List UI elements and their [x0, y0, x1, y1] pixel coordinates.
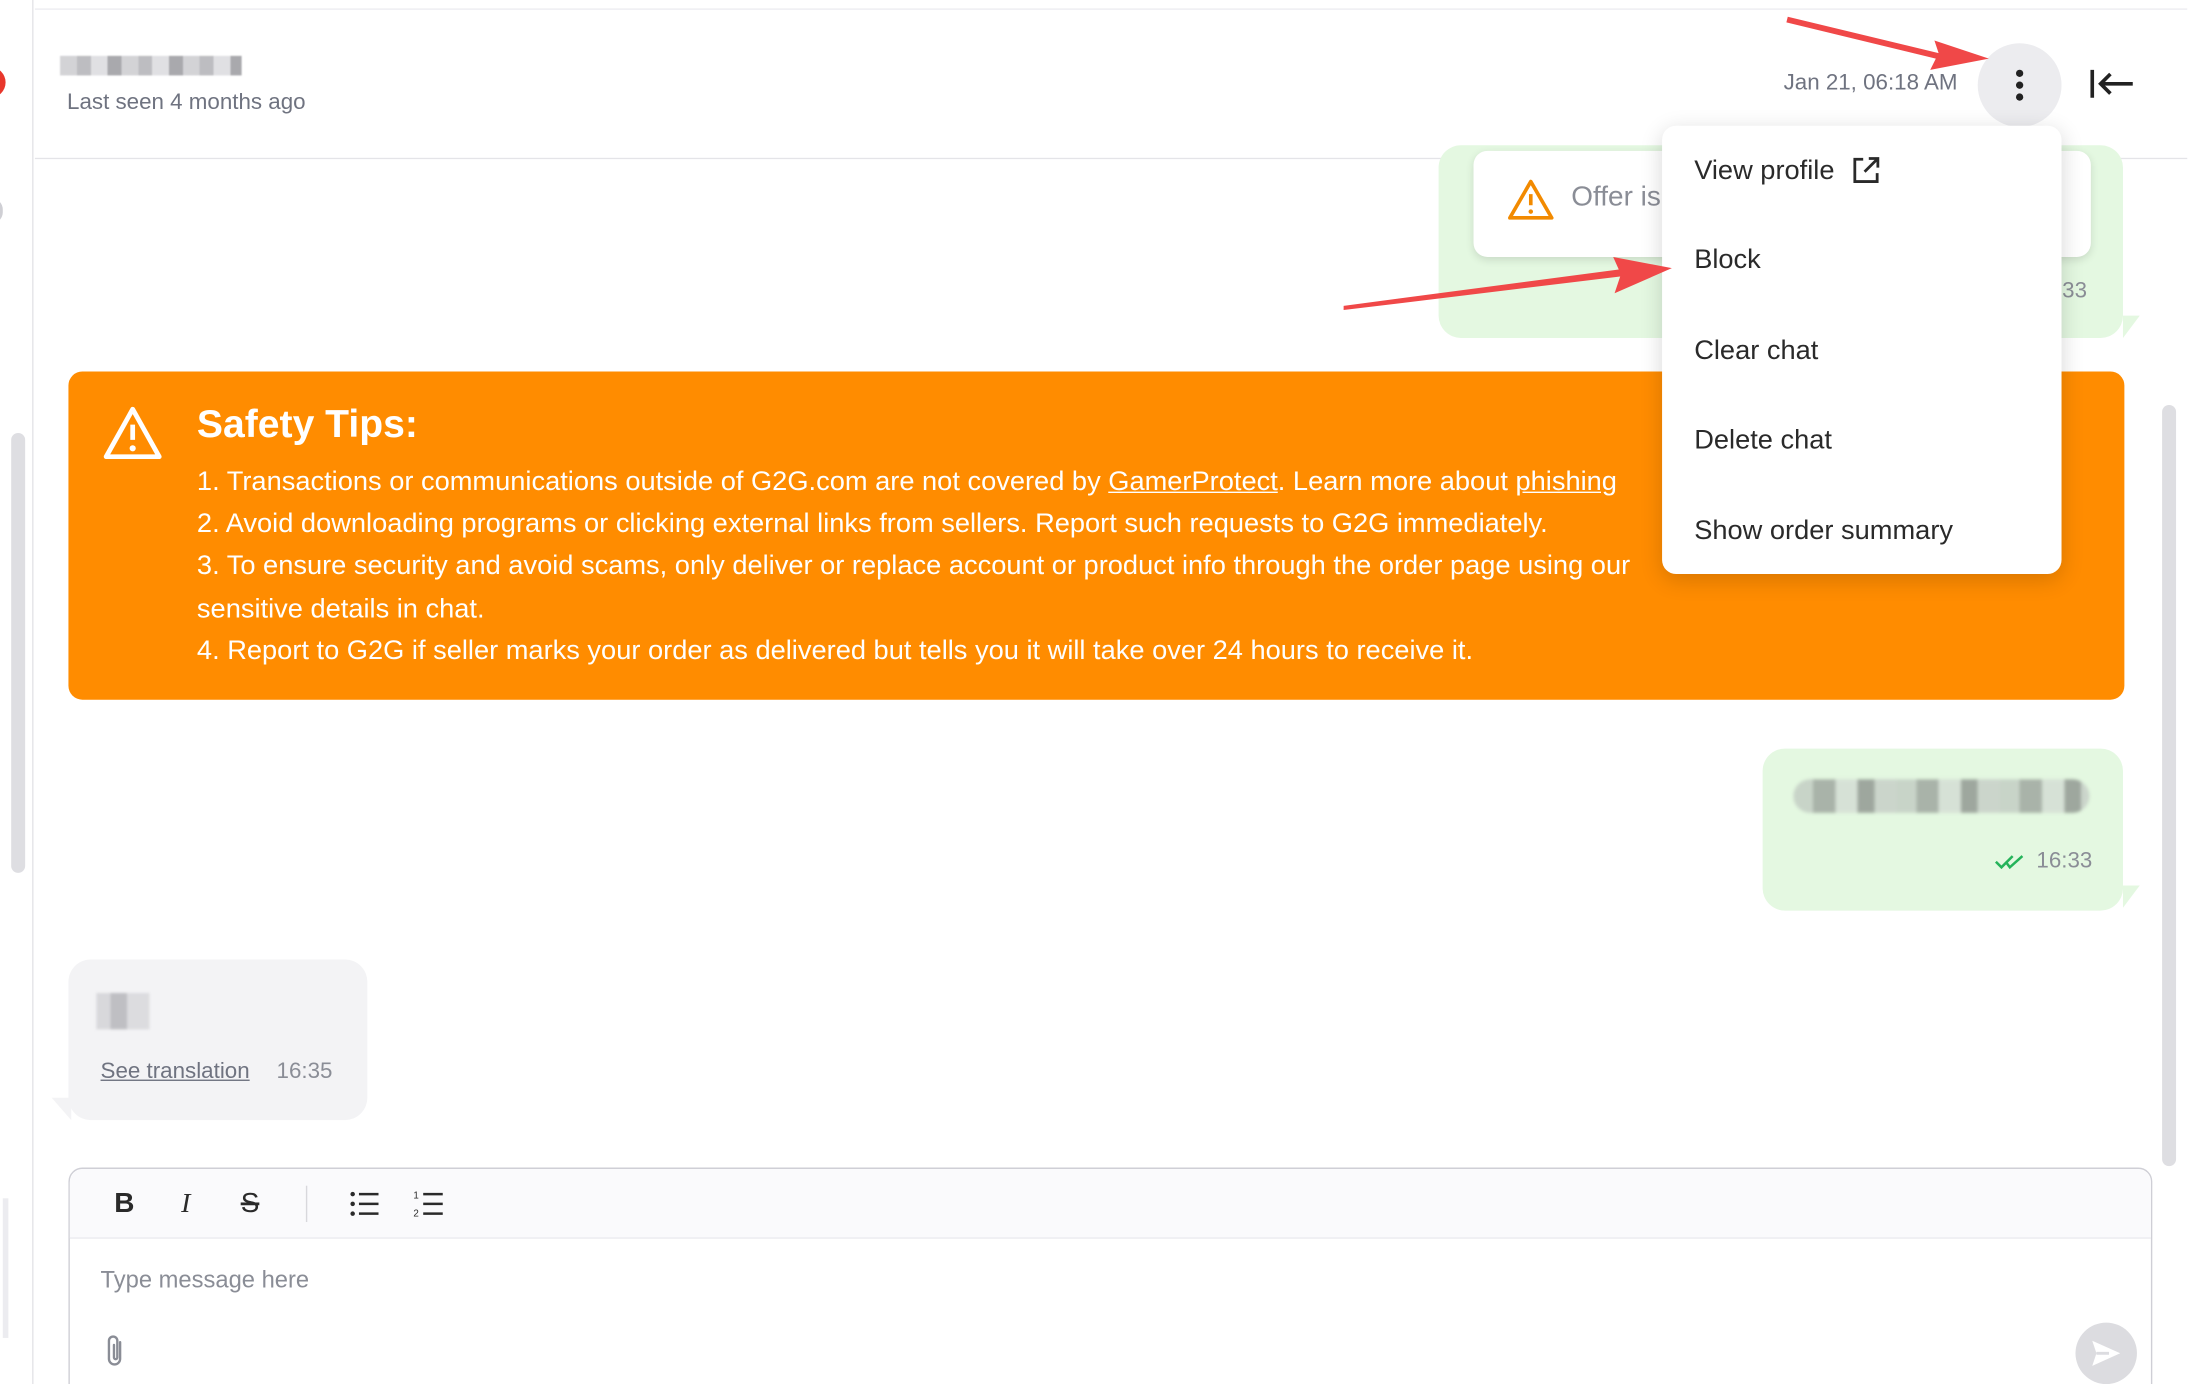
phishing-link[interactable]: phishing — [1515, 466, 1616, 497]
svg-text:2: 2 — [413, 1208, 418, 1219]
external-link-icon — [1854, 157, 1880, 183]
safety-tip-4: 4. Report to G2G if seller marks your or… — [196, 635, 1474, 666]
more-options-menu: View profile Block Clear chat Delete cha… — [1662, 125, 2062, 575]
menu-item-show-order-summary[interactable]: Show order summary — [1662, 489, 2061, 573]
menu-item-label: Clear chat — [1694, 334, 1819, 366]
tip-text: 1. Transactions or communications outsid… — [196, 466, 1109, 498]
read-double-check-icon — [1994, 855, 2024, 870]
menu-item-label: Block — [1694, 243, 1761, 275]
chat-scrollbar[interactable] — [2162, 405, 2177, 1167]
bold-button[interactable]: B — [106, 1186, 142, 1222]
kebab-vertical-icon — [2015, 69, 2024, 101]
menu-item-delete-chat[interactable]: Delete chat — [1662, 398, 2061, 482]
left-panel-edge — [0, 0, 34, 1384]
menu-item-block[interactable]: Block — [1662, 218, 2061, 302]
menu-item-label: Show order summary — [1694, 514, 1954, 546]
indicator-dot — [0, 198, 3, 224]
send-button[interactable] — [2075, 1322, 2137, 1384]
received-message-bubble: See translation 16:35 — [68, 959, 368, 1121]
warning-icon — [1508, 179, 1554, 220]
numbered-list-icon: 1 2 — [413, 1190, 443, 1219]
toolbar-divider — [305, 1185, 308, 1223]
strikethrough-button[interactable]: S — [232, 1186, 268, 1222]
send-icon — [2092, 1340, 2121, 1366]
offer-status-text: Offer is — [1571, 181, 1661, 213]
menu-item-clear-chat[interactable]: Clear chat — [1662, 309, 2061, 393]
menu-item-label: Delete chat — [1694, 423, 1832, 455]
last-seen-status: Last seen 4 months ago — [67, 90, 306, 115]
contact-name-redacted — [60, 55, 242, 76]
tip-text: . Learn more about — [1277, 466, 1516, 498]
bubble-tail — [51, 1097, 72, 1121]
bullet-list-button[interactable] — [346, 1186, 382, 1222]
message-text-redacted — [96, 992, 150, 1030]
left-scrollbar[interactable] — [11, 432, 26, 873]
menu-item-view-profile[interactable]: View profile — [1662, 128, 2061, 212]
more-options-button[interactable] — [1977, 43, 2062, 128]
numbered-list-button[interactable]: 1 2 — [411, 1186, 447, 1222]
gamerprotect-link[interactable]: GamerProtect — [1108, 466, 1278, 497]
bubble-tail — [2122, 885, 2140, 908]
warning-icon — [103, 406, 162, 460]
collapse-left-icon[interactable] — [2088, 60, 2135, 107]
bubble-tail — [2122, 315, 2140, 338]
message-input[interactable]: Type message here — [101, 1267, 310, 1295]
message-time: 16:33 — [2036, 849, 2093, 873]
message-meta: 16:33 — [1994, 849, 2092, 874]
paperclip-icon[interactable] — [101, 1334, 132, 1370]
menu-item-label: View profile — [1694, 154, 1835, 186]
formatting-toolbar: B I S 1 2 — [69, 1168, 2151, 1239]
message-text-redacted — [1793, 779, 2090, 813]
sent-message-bubble: 16:33 — [1762, 748, 2123, 911]
unread-indicator — [0, 67, 6, 98]
see-translation-link[interactable]: See translation — [101, 1060, 250, 1085]
left-scrollbar-track — [2, 1198, 9, 1338]
chat-timestamp: Jan 21, 06:18 AM — [1783, 71, 1958, 95]
svg-text:1: 1 — [413, 1190, 418, 1201]
italic-button[interactable]: I — [168, 1186, 204, 1222]
safety-tip-3-cont: sensitive details in chat. — [196, 593, 485, 624]
bullet-list-icon — [350, 1191, 379, 1216]
safety-tips-title: Safety Tips: — [196, 402, 418, 446]
message-composer: B I S 1 2 Type message here — [68, 1167, 2153, 1384]
message-time: 16:35 — [276, 1060, 333, 1084]
